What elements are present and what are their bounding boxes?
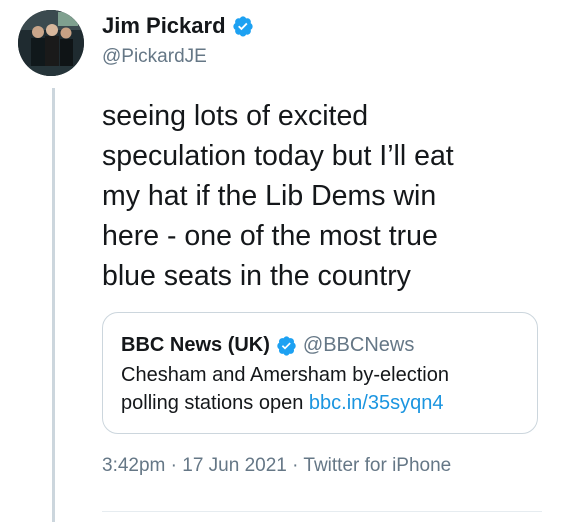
quoted-text-line-1: Chesham and Amersham by-election — [121, 364, 449, 386]
tweet-text: seeing lots of excited speculation today… — [102, 100, 454, 292]
tweet-metadata: 3:42pm · 17 Jun 2021 · Twitter for iPhon… — [102, 454, 451, 478]
author-name-row[interactable]: Jim Pickard — [102, 12, 254, 40]
quoted-tweet-link[interactable]: bbc.in/35syqn4 — [309, 392, 444, 414]
meta-separator: · — [170, 455, 177, 476]
tweet-date[interactable]: 17 Jun 2021 — [182, 455, 287, 476]
tweet-source[interactable]: Twitter for iPhone — [303, 455, 451, 476]
divider — [102, 511, 542, 512]
quoted-author-handle: @BBCNews — [302, 334, 415, 356]
quoted-text-line-2: polling stations open bbc.in/35syqn4 — [121, 389, 537, 417]
author-display-name[interactable]: Jim Pickard — [102, 12, 226, 40]
quoted-text-line-2-text: polling stations open — [121, 392, 309, 414]
avatar[interactable] — [18, 10, 84, 76]
author-handle[interactable]: @PickardJE — [102, 46, 254, 68]
verified-badge-icon — [232, 16, 253, 37]
quoted-tweet-card[interactable]: BBC News (UK) @BBCNews Chesham and Amers… — [102, 312, 538, 434]
quoted-author-name: BBC News (UK) — [121, 334, 270, 356]
quoted-tweet-text: Chesham and Amersham by-election polling… — [121, 361, 537, 417]
thread-connector-line — [52, 88, 55, 522]
meta-separator: · — [292, 455, 299, 476]
tweet-time[interactable]: 3:42pm — [102, 455, 165, 476]
verified-badge-icon — [277, 335, 296, 356]
profile-photo-icon — [18, 10, 84, 76]
quoted-tweet-header: BBC News (UK) @BBCNews — [121, 333, 537, 357]
tweet-author: Jim Pickard @PickardJE — [102, 12, 254, 68]
